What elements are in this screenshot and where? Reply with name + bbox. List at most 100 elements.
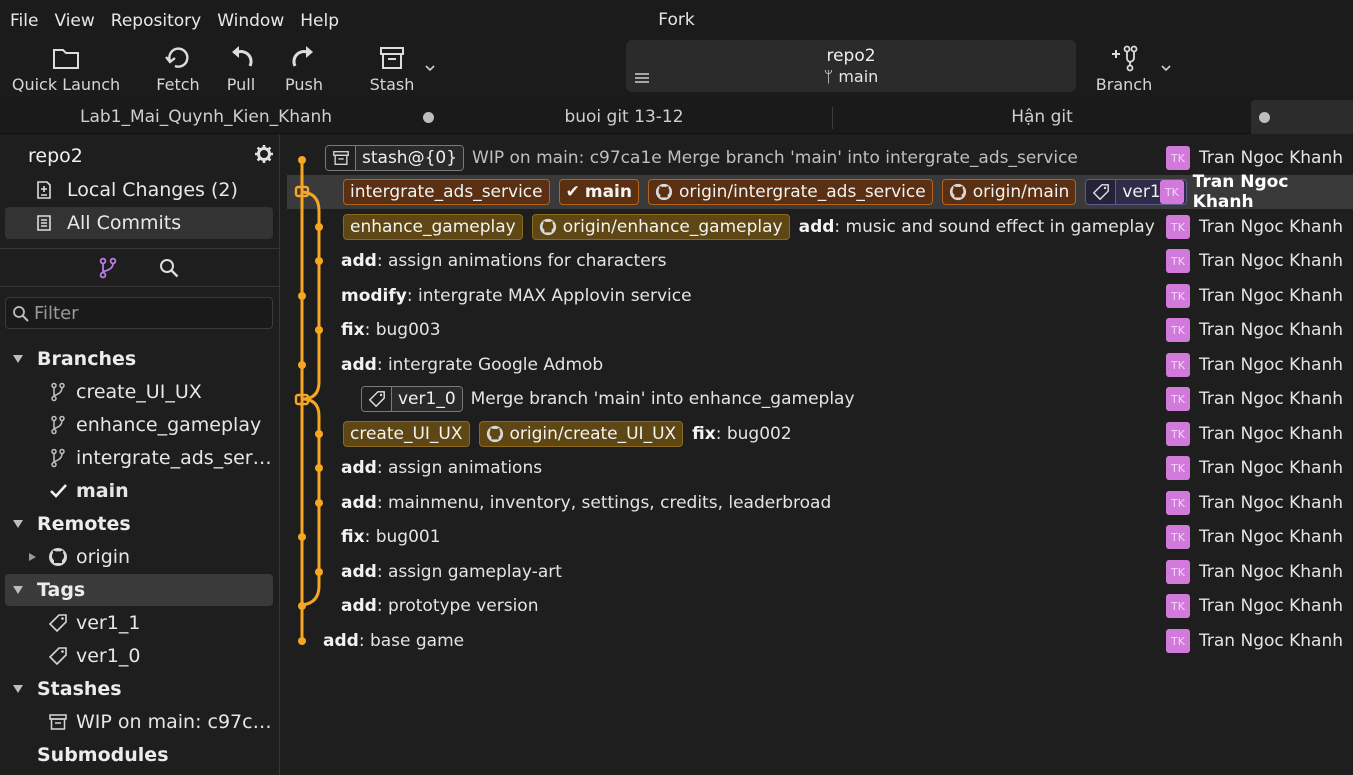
remote-item-origin[interactable]: origin xyxy=(0,541,279,573)
tab-han-git[interactable]: Hận git xyxy=(833,100,1251,134)
sidebar-item-local-changes[interactable]: Local Changes (2) xyxy=(5,174,273,206)
remote-label: origin xyxy=(76,546,131,568)
branch-item-enhance-gameplay[interactable]: enhance_gameplay xyxy=(0,409,279,441)
tag-label: ver1_0 xyxy=(392,387,462,411)
tag-icon xyxy=(48,614,67,633)
menu-window[interactable]: Window xyxy=(209,8,292,34)
branch-badge[interactable]: enhance_gameplay xyxy=(343,214,523,240)
author-name: Tran Ngoc Khanh xyxy=(1199,286,1344,306)
branch-label: main xyxy=(76,480,129,502)
commit-row[interactable]: add: base game TK Tran Ngoc Khanh xyxy=(281,624,1353,658)
filter-input[interactable] xyxy=(34,298,264,328)
commit-row[interactable]: add: assign animations for characters TK… xyxy=(281,244,1353,278)
sidebar-item-all-commits[interactable]: All Commits xyxy=(5,207,273,239)
stash-button[interactable]: Stash xyxy=(368,44,416,94)
commit-row[interactable]: add: intergrate Google Admob TK Tran Ngoc… xyxy=(281,348,1353,382)
local-changes-icon xyxy=(37,181,51,199)
menu-help[interactable]: Help xyxy=(292,8,347,34)
avatar: TK xyxy=(1166,422,1190,446)
commit-author: TK Tran Ngoc Khanh xyxy=(1166,520,1343,554)
tag-item-ver1-0[interactable]: ver1_0 xyxy=(0,640,279,672)
section-remotes[interactable]: Remotes xyxy=(0,508,279,540)
stash-label: WIP on main: c97ca1... xyxy=(76,711,274,733)
commit-row[interactable]: stash@{0} WIP on main: c97ca1e Merge bra… xyxy=(281,141,1353,175)
tag-item-ver1-1[interactable]: ver1_1 xyxy=(0,607,279,639)
stash-ref-label: stash@{0} xyxy=(356,146,464,170)
remote-branch-badge[interactable]: origin/main xyxy=(941,179,1077,205)
branch-item-main[interactable]: main xyxy=(0,475,279,507)
branch-icon xyxy=(51,448,65,468)
section-stashes[interactable]: Stashes xyxy=(0,673,279,705)
remote-branch-badge[interactable]: origin/create_UI_UX xyxy=(478,421,684,447)
branch-item-create-ui-ux[interactable]: create_UI_UX xyxy=(0,376,279,408)
stash-item[interactable]: WIP on main: c97ca1... xyxy=(0,706,279,738)
commit-author: TK Tran Ngoc Khanh xyxy=(1166,141,1343,175)
section-branches-label: Branches xyxy=(37,348,137,370)
local-changes-label: Local Changes (2) xyxy=(67,179,238,201)
branch-button[interactable]: Branch xyxy=(1096,44,1152,94)
avatar: TK xyxy=(1166,491,1190,515)
github-icon xyxy=(539,218,556,236)
github-icon xyxy=(486,425,503,443)
commit-row[interactable]: enhance_gameplay origin/enhance_gameplay… xyxy=(281,210,1353,244)
commit-row[interactable]: ver1_0 Merge branch 'main' into enhance_… xyxy=(281,382,1353,416)
stash-chevron-down-icon[interactable] xyxy=(424,62,436,74)
author-name: Tran Ngoc Khanh xyxy=(1199,458,1344,478)
avatar: TK xyxy=(1166,353,1190,377)
branches-view-icon[interactable] xyxy=(97,257,119,279)
commit-author: TK Tran Ngoc Khanh xyxy=(1166,348,1343,382)
tab-buoi-git[interactable]: buoi git 13-12 xyxy=(416,100,832,134)
remote-branch-label: origin/intergrate_ads_service xyxy=(678,182,926,202)
section-tags[interactable]: Tags xyxy=(5,574,273,606)
title-bar: File View Repository Window Help Fork Qu… xyxy=(0,0,1353,100)
commit-row[interactable]: add: prototype version TK Tran Ngoc Khanh xyxy=(281,589,1353,623)
section-remotes-label: Remotes xyxy=(37,513,131,535)
repository-selector[interactable]: repo2 ᛘ main xyxy=(626,40,1076,92)
sidebar: repo2 Local Changes (2) All Commits Bran… xyxy=(0,135,280,775)
commit-author: TK Tran Ngoc Khanh xyxy=(1166,279,1343,313)
fetch-button[interactable]: Fetch xyxy=(153,44,203,94)
commit-author: TK Tran Ngoc Khanh xyxy=(1166,555,1343,589)
commit-author: TK Tran Ngoc Khanh xyxy=(1166,486,1343,520)
commit-type: add xyxy=(341,493,377,513)
search-icon[interactable] xyxy=(158,257,180,279)
avatar: TK xyxy=(1166,387,1190,411)
pull-button[interactable]: Pull xyxy=(220,44,262,94)
branch-icon xyxy=(51,415,65,435)
stash-badge[interactable]: stash@{0} xyxy=(325,145,465,171)
push-button[interactable]: Push xyxy=(282,44,326,94)
commit-row[interactable]: create_UI_UX origin/create_UI_UX fix: bu… xyxy=(281,417,1353,451)
quick-launch-button[interactable]: Quick Launch xyxy=(12,44,120,94)
collapsed-triangle-icon[interactable] xyxy=(28,552,37,562)
branch-chevron-down-icon[interactable] xyxy=(1160,62,1172,74)
commit-author: TK Tran Ngoc Khanh xyxy=(1166,624,1343,658)
branch-badge[interactable]: intergrate_ads_service xyxy=(343,179,550,205)
commit-row[interactable]: fix: bug001 TK Tran Ngoc Khanh xyxy=(281,520,1353,554)
tab-lab1[interactable]: Lab1_Mai_Quynh_Kien_Khanh xyxy=(0,100,412,134)
tag-badge[interactable]: ver1_0 xyxy=(361,386,463,412)
section-branches[interactable]: Branches xyxy=(0,343,279,375)
commit-row[interactable]: fix: bug003 TK Tran Ngoc Khanh xyxy=(281,313,1353,347)
current-branch-badge[interactable]: ✔ main xyxy=(558,179,639,205)
remote-branch-badge[interactable]: origin/enhance_gameplay xyxy=(531,214,790,240)
menu-file[interactable]: File xyxy=(0,8,46,34)
branch-item-intergrate-ads-service[interactable]: intergrate_ads_servi... xyxy=(0,442,279,474)
section-submodules[interactable]: Submodules xyxy=(0,739,279,771)
push-icon xyxy=(292,46,313,67)
commit-row[interactable]: modify: intergrate MAX Applovin service … xyxy=(281,279,1353,313)
branch-badge[interactable]: create_UI_UX xyxy=(343,421,470,447)
commit-message: fix: bug001 xyxy=(341,527,441,547)
commit-type: add xyxy=(798,217,835,237)
commit-row[interactable]: add: assign animations TK Tran Ngoc Khanh xyxy=(281,451,1353,485)
commit-row[interactable]: add: assign gameplay-art TK Tran Ngoc Kha… xyxy=(281,555,1353,589)
commit-row[interactable]: add: mainmenu, inventory, settings, cred… xyxy=(281,486,1353,520)
gear-icon[interactable] xyxy=(254,144,274,164)
all-commits-icon xyxy=(37,215,51,231)
remote-branch-badge[interactable]: origin/intergrate_ads_service xyxy=(647,179,933,205)
commit-message: add: intergrate Google Admob xyxy=(341,355,603,375)
commit-author: TK Tran Ngoc Khanh xyxy=(1166,313,1343,347)
menu-view[interactable]: View xyxy=(46,8,102,34)
commit-row-selected[interactable]: intergrate_ads_service ✔ main origin/inte… xyxy=(281,172,1353,212)
commit-message: fix: bug002 xyxy=(692,424,792,444)
menu-repository[interactable]: Repository xyxy=(103,8,209,34)
